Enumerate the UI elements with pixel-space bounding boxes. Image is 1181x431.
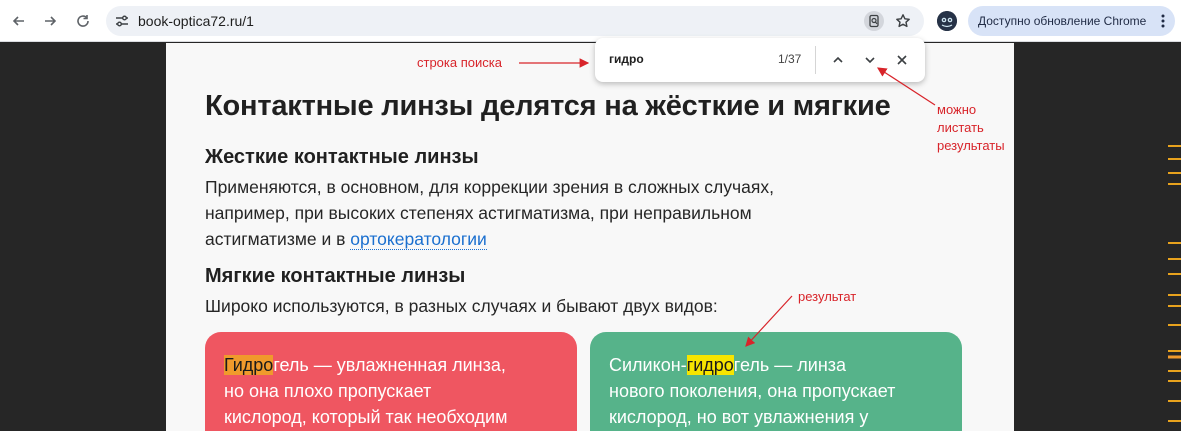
find-close-button[interactable] [892,50,912,70]
search-match: гидро [686,355,734,375]
site-settings-icon[interactable] [114,13,130,29]
browser-toolbar: book-optica72.ru/1 Доступно обновление C… [0,0,1181,42]
hard-lenses-line-3-text: астигматизме и в [205,229,351,249]
soft-lenses-text: Широко используются, в разных случаях и … [205,296,718,316]
page-content: Контактные линзы делятся на жёсткие и мя… [166,43,1014,431]
find-bar: гидро 1/37 [595,38,925,82]
url-text[interactable]: book-optica72.ru/1 [138,13,254,29]
google-lens-button[interactable] [864,11,884,31]
find-next-button[interactable] [860,50,880,70]
annotation-result: результат [798,289,857,304]
arrow-left-icon [12,16,24,26]
hydrogel-line-1-rest: гель — увлажненная линза, [273,355,506,375]
hard-lenses-line-2: например, при высоких степенях астигмати… [205,203,752,223]
find-divider [815,46,816,74]
annotation-search-bar: строка поиска [417,55,502,70]
page-search-icon [869,14,879,28]
page-title: Контактные линзы делятся на жёсткие и мя… [205,90,891,122]
hydrogel-card-text: Гидрогель — увлажненная линза, но она пл… [224,352,507,430]
find-previous-button[interactable] [828,50,848,70]
chevron-down-icon [865,57,875,64]
hard-lenses-heading: Жесткие контактные линзы [205,146,479,168]
close-icon [897,55,907,65]
avatar-icon [937,11,957,31]
scrollbar-match-markers[interactable] [1166,140,1181,431]
hard-lenses-line-3: астигматизме и в ортокератологии [205,226,487,252]
find-input[interactable]: гидро [609,52,644,66]
current-search-match: Гидро [224,355,274,375]
find-match-count: 1/37 [778,52,802,66]
reload-icon [77,15,89,27]
orthokeratology-link[interactable]: ортокератологии [350,229,487,250]
annotation-scroll-line-3: результаты [937,138,1005,153]
hydrogel-line-2: но она плохо пропускает [224,381,432,401]
soft-lenses-heading: Мягкие контактные линзы [205,265,466,287]
hydrogel-line-1: Гидрогель — увлажненная линза, [224,352,507,378]
back-button[interactable] [9,11,29,31]
silicone-prefix: Силикон- [609,355,687,375]
chevron-up-icon [833,56,843,63]
update-label: Доступно обновление Chrome [978,14,1147,28]
silicone-line-2: нового поколения, она пропускает [609,381,896,401]
annotation-scroll-line-1: можно [937,102,977,117]
hydrogel-card: Гидрогель — увлажненная линза, но она пл… [205,332,577,431]
address-bar[interactable]: book-optica72.ru/1 [106,6,924,36]
profile-avatar[interactable] [937,11,957,31]
silicone-line-1-rest: гель — линза [733,355,847,375]
bookmark-star-button[interactable] [893,11,913,31]
silicone-hydrogel-card: Силикон-гидрогель — линза нового поколен… [590,332,962,431]
annotation-scroll-line-2: листать [937,120,984,135]
chrome-update-button[interactable]: Доступно обновление Chrome [968,6,1175,36]
star-icon [896,14,910,28]
hard-lenses-line-1: Применяются, в основном, для коррекции з… [205,177,774,197]
hydrogel-line-3: кислород, который так необходим [224,407,508,427]
forward-button[interactable] [40,11,60,31]
silicone-card-text: Силикон-гидрогель — линза нового поколен… [609,352,895,430]
reload-button[interactable] [73,11,93,31]
more-vert-icon[interactable] [1161,13,1165,29]
arrow-right-icon [45,16,57,26]
silicone-line-3: кислород, но вот увлажнения у [609,407,869,427]
silicone-line-1: Силикон-гидрогель — линза [609,352,895,378]
annotation-scroll-results: можно листать результаты [937,101,1005,155]
